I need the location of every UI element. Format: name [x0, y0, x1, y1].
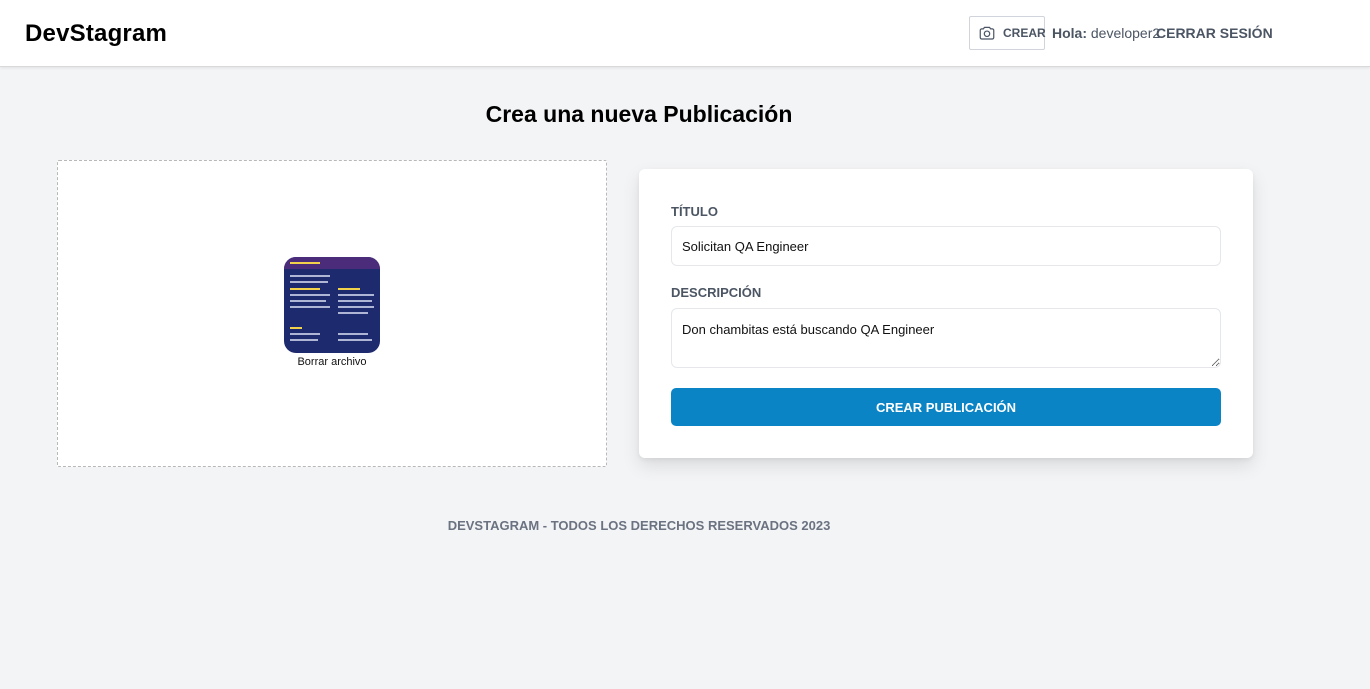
- image-dropzone[interactable]: Borrar archivo: [57, 160, 607, 467]
- uploaded-image-preview: [284, 257, 380, 353]
- create-button-label: CREAR: [1003, 26, 1046, 40]
- user-greeting: Hola: developer2: [1052, 25, 1160, 41]
- top-navbar: DevStagram CREAR Hola: developer2 CERRAR…: [0, 0, 1370, 67]
- camera-icon: [978, 24, 996, 42]
- post-form-card: Título Descripción Don chambitas está bu…: [639, 169, 1253, 458]
- logout-button[interactable]: CERRAR SESIÓN: [1156, 25, 1273, 41]
- app-logo[interactable]: DevStagram: [25, 20, 167, 48]
- create-post-submit-button[interactable]: Crear Publicación: [671, 388, 1221, 426]
- description-textarea[interactable]: Don chambitas está buscando QA Engineer: [671, 308, 1221, 368]
- username[interactable]: developer2: [1091, 25, 1160, 41]
- greeting-prefix: Hola:: [1052, 25, 1087, 41]
- footer-copyright: DEVSTAGRAM - TODOS LOS DERECHOS RESERVAD…: [447, 518, 831, 533]
- remove-file-link[interactable]: Borrar archivo: [58, 356, 606, 368]
- description-label: Descripción: [671, 285, 762, 300]
- title-input[interactable]: [671, 226, 1221, 266]
- create-post-button[interactable]: CREAR: [969, 16, 1046, 50]
- page-title: Crea una nueva Publicación: [485, 101, 793, 127]
- title-label: Título: [671, 204, 718, 219]
